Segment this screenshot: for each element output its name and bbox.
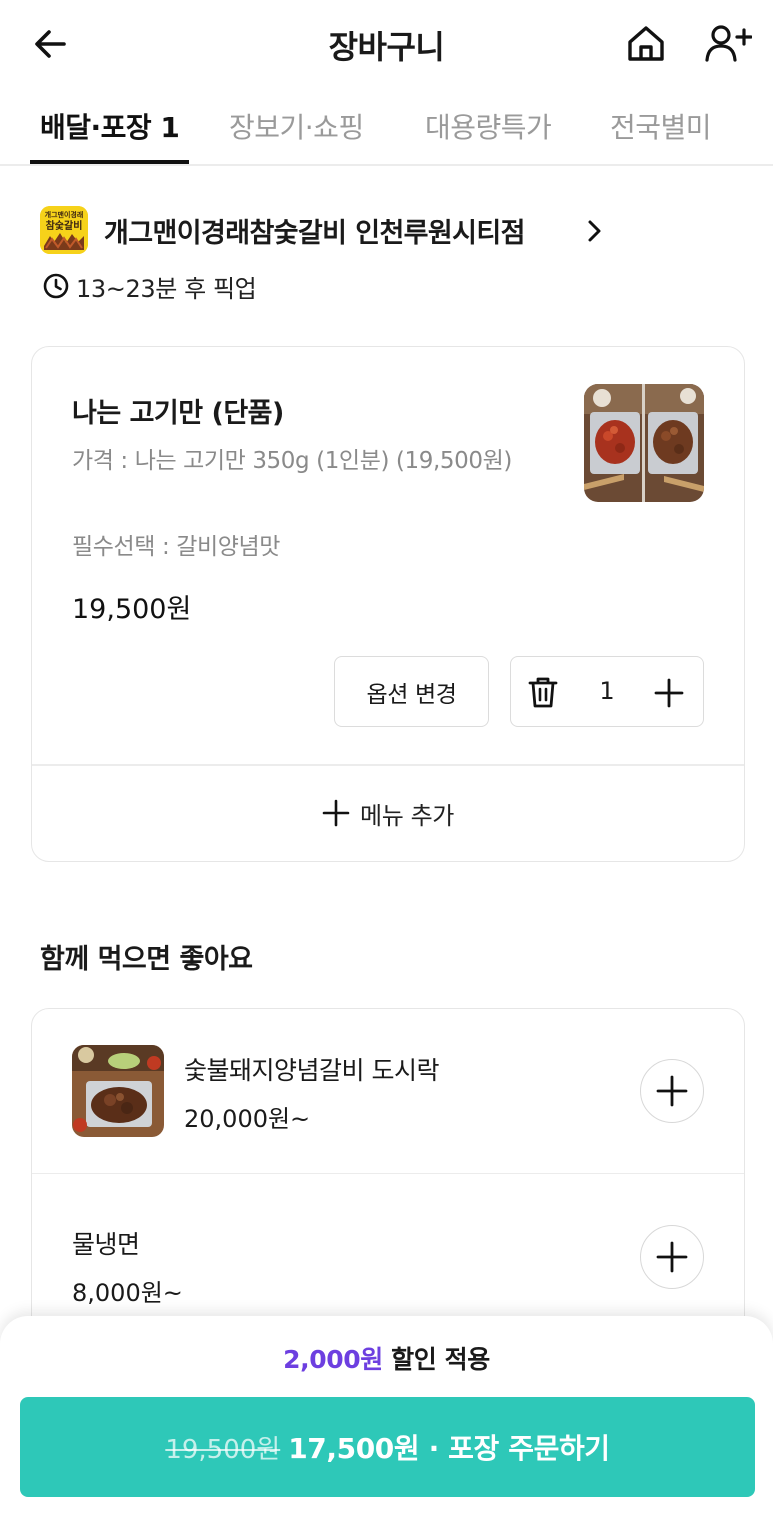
order-button-label: 17,500원 · 포장 주문하기: [288, 1432, 610, 1465]
reco-item-price: 8,000원~: [72, 1279, 183, 1307]
clock-icon: [43, 273, 69, 299]
tab-bulk-deals[interactable]: 대용량특가: [425, 106, 552, 146]
order-bottom-sheet: 2,000원 할인 적용 19,500원 17,500원 · 포장 주문하기: [0, 1316, 773, 1531]
reco-item-price: 20,000원~: [184, 1105, 311, 1133]
cart-item-card: 나는 고기만 (단품) 가격 : 나는 고기만 350g (1인분) (19,5…: [31, 346, 745, 862]
item-image: [584, 384, 704, 502]
home-icon: [628, 26, 664, 61]
discount-text: 할인 적용: [382, 1345, 490, 1374]
svg-text:개그맨이경래: 개그맨이경래: [45, 210, 84, 219]
discount-amount: 2,000원: [283, 1345, 383, 1374]
store-logo: 개그맨이경래 참숯갈비: [40, 206, 88, 254]
pickup-time: 13~23분 후 픽업: [76, 275, 257, 303]
plus-icon: [322, 799, 350, 827]
reco-item-image: [72, 1045, 164, 1137]
back-button[interactable]: [30, 24, 70, 64]
tab-grocery-shopping[interactable]: 장보기·쇼핑: [229, 106, 364, 146]
add-menu-button[interactable]: 메뉴 추가: [32, 765, 744, 861]
add-friend-button[interactable]: [704, 22, 753, 66]
category-tabs: 배달·포장 1 장보기·쇼핑 대용량특가 전국별미: [0, 98, 773, 166]
chevron-right-icon: [588, 220, 601, 242]
tab-regional-delicacies[interactable]: 전국별미: [610, 106, 712, 146]
user-plus-icon: [705, 25, 753, 62]
add-menu-label: 메뉴 추가: [360, 801, 454, 830]
arrow-left-icon: [35, 30, 66, 58]
item-price: 19,500원: [72, 594, 192, 625]
add-reco-item-button[interactable]: [640, 1225, 704, 1289]
active-tab-indicator: [30, 160, 189, 164]
item-option-price: 가격 : 나는 고기만 350g (1인분) (19,500원): [72, 448, 512, 474]
plus-icon: [656, 1075, 688, 1107]
quantity-stepper: 1: [510, 656, 704, 727]
order-button[interactable]: 19,500원 17,500원 · 포장 주문하기: [20, 1397, 755, 1497]
item-name: 나는 고기만 (단품): [72, 398, 284, 429]
home-button[interactable]: [624, 22, 668, 66]
list-item[interactable]: 숯불돼지양념갈비 도시락 20,000원~: [32, 1009, 744, 1174]
top-bar: 장바구니: [0, 0, 773, 88]
option-change-button[interactable]: 옵션 변경: [334, 656, 489, 727]
increase-quantity-button[interactable]: [653, 677, 685, 709]
tab-delivery-pickup[interactable]: 배달·포장 1: [40, 106, 180, 146]
store-link[interactable]: [586, 218, 604, 244]
item-required-option: 필수선택 : 갈비양념맛: [72, 534, 281, 560]
discount-notice: 2,000원 할인 적용: [0, 1340, 773, 1376]
plus-icon: [654, 678, 684, 708]
reco-item-name: 물냉면: [72, 1230, 140, 1259]
original-price: 19,500원: [165, 1434, 281, 1465]
store-name[interactable]: 개그맨이경래참숯갈비 인천루원시티점: [104, 211, 525, 250]
add-reco-item-button[interactable]: [640, 1059, 704, 1123]
recommendation-list: 숯불돼지양념갈비 도시락 20,000원~ 물냉면 8,000원~: [31, 1008, 745, 1368]
plus-icon: [656, 1241, 688, 1273]
svg-text:참숯갈비: 참숯갈비: [46, 219, 83, 232]
reco-item-name: 숯불돼지양념갈비 도시락: [184, 1056, 439, 1085]
recommendation-title: 함께 먹으면 좋아요: [40, 944, 253, 975]
